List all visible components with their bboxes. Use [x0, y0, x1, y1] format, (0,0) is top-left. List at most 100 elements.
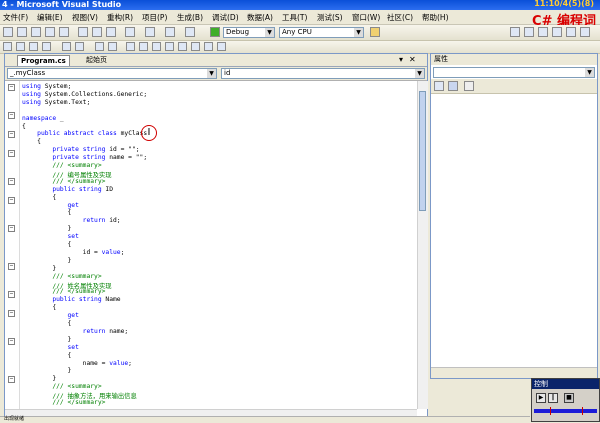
code-line[interactable]: get: [22, 312, 79, 319]
menu-test[interactable]: 测试(S): [317, 12, 343, 23]
code-line[interactable]: public string ID: [22, 186, 113, 193]
prev-bookmark-icon[interactable]: [139, 42, 148, 51]
code-line[interactable]: private string id = "";: [22, 146, 139, 153]
save-icon[interactable]: [45, 27, 55, 37]
code-line[interactable]: namespace _: [22, 115, 64, 122]
tab-start-page[interactable]: 起始页: [83, 55, 110, 65]
object-select[interactable]: ▼: [433, 67, 595, 78]
fold-toggle-icon[interactable]: −: [8, 338, 15, 345]
code-line[interactable]: /// </summary>: [22, 178, 105, 185]
redo-icon[interactable]: [145, 27, 155, 37]
code-line[interactable]: }: [22, 367, 71, 374]
alphabetical-icon[interactable]: [448, 81, 458, 91]
code-line[interactable]: {: [22, 123, 26, 130]
progress-bar[interactable]: [534, 409, 597, 413]
code-line[interactable]: using System.Collections.Generic;: [22, 91, 147, 98]
platform-select[interactable]: Any CPU ▼: [279, 27, 364, 38]
close-tab-icon[interactable]: ✕: [409, 55, 416, 64]
parameter-info-icon[interactable]: [16, 42, 25, 51]
object-browser-icon[interactable]: [538, 27, 548, 37]
stop-icon[interactable]: ■: [564, 393, 574, 403]
code-line[interactable]: {: [22, 241, 71, 248]
fold-toggle-icon[interactable]: −: [8, 150, 15, 157]
menu-view[interactable]: 视图(V): [72, 12, 98, 23]
copy-icon[interactable]: [92, 27, 102, 37]
fold-toggle-icon[interactable]: −: [8, 178, 15, 185]
prev-bookmark-folder-icon[interactable]: [165, 42, 174, 51]
menu-refactor[interactable]: 重构(R): [107, 12, 133, 23]
code-line[interactable]: /// </summary>: [22, 399, 105, 406]
next-bookmark-doc-icon[interactable]: [204, 42, 213, 51]
toolbox-icon[interactable]: [552, 27, 562, 37]
code-line[interactable]: set: [22, 233, 79, 240]
menu-window[interactable]: 窗口(W): [352, 12, 380, 23]
code-line[interactable]: get: [22, 202, 79, 209]
code-line[interactable]: /// <summary>: [22, 162, 101, 169]
members-dropdown[interactable]: id ▼: [221, 68, 425, 79]
uncomment-icon[interactable]: [108, 42, 117, 51]
fold-toggle-icon[interactable]: −: [8, 197, 15, 204]
menu-help[interactable]: 帮助(H): [422, 12, 449, 23]
save-all-icon[interactable]: [59, 27, 69, 37]
fold-toggle-icon[interactable]: −: [8, 310, 15, 317]
next-bookmark-folder-icon[interactable]: [178, 42, 187, 51]
code-line[interactable]: /// <summary>: [22, 383, 101, 390]
decrease-indent-icon[interactable]: [62, 42, 71, 51]
scroll-thumb[interactable]: [419, 91, 426, 211]
code-line[interactable]: }: [22, 257, 71, 264]
command-window-icon[interactable]: [580, 27, 590, 37]
navigate-back-icon[interactable]: [165, 27, 175, 37]
paste-icon[interactable]: [106, 27, 116, 37]
code-line[interactable]: return name;: [22, 328, 129, 335]
code-line[interactable]: name = value;: [22, 360, 132, 367]
navigate-forward-icon[interactable]: [185, 27, 195, 37]
code-line[interactable]: {: [22, 352, 71, 359]
vertical-scrollbar[interactable]: [417, 81, 428, 409]
code-line[interactable]: }: [22, 375, 56, 382]
code-line[interactable]: }: [22, 225, 71, 232]
member-list-icon[interactable]: [3, 42, 12, 51]
fold-toggle-icon[interactable]: −: [8, 376, 15, 383]
tab-program-cs[interactable]: Program.cs: [17, 55, 70, 66]
properties-window-icon[interactable]: [524, 27, 534, 37]
menu-tools[interactable]: 工具(T): [282, 12, 307, 23]
menu-debug[interactable]: 调试(D): [212, 12, 239, 23]
code-line[interactable]: return id;: [22, 217, 121, 224]
add-item-icon[interactable]: [17, 27, 27, 37]
menu-edit[interactable]: 编辑(E): [37, 12, 63, 23]
code-line[interactable]: {: [22, 320, 71, 327]
fold-toggle-icon[interactable]: −: [8, 225, 15, 232]
clear-bookmarks-icon[interactable]: [217, 42, 226, 51]
next-bookmark-icon[interactable]: [152, 42, 161, 51]
code-line[interactable]: /// </summary>: [22, 288, 105, 295]
code-line[interactable]: }: [22, 265, 56, 272]
new-project-icon[interactable]: [3, 27, 13, 37]
property-pages-icon[interactable]: [464, 81, 474, 91]
toggle-bookmark-icon[interactable]: [126, 42, 135, 51]
increase-indent-icon[interactable]: [75, 42, 84, 51]
cut-icon[interactable]: [78, 27, 88, 37]
start-debug-icon[interactable]: [210, 27, 220, 37]
code-line[interactable]: id = value;: [22, 249, 125, 256]
code-line[interactable]: using System.Text;: [22, 99, 90, 106]
solution-config-select[interactable]: Debug ▼: [223, 27, 275, 38]
code-line[interactable]: public abstract class myClass: [22, 130, 147, 137]
fold-toggle-icon[interactable]: −: [8, 112, 15, 119]
code-line[interactable]: }: [22, 336, 71, 343]
fold-toggle-icon[interactable]: −: [8, 84, 15, 91]
comment-icon[interactable]: [95, 42, 104, 51]
code-line[interactable]: private string name = "";: [22, 154, 147, 161]
code-line[interactable]: /// <summary>: [22, 273, 101, 280]
code-line[interactable]: public string Name: [22, 296, 120, 303]
menu-project[interactable]: 项目(P): [142, 12, 167, 23]
prev-bookmark-doc-icon[interactable]: [191, 42, 200, 51]
pause-icon[interactable]: ‖: [548, 393, 558, 403]
open-file-icon[interactable]: [31, 27, 41, 37]
code-line[interactable]: using System;: [22, 83, 71, 90]
code-line[interactable]: {: [22, 304, 56, 311]
menu-community[interactable]: 社区(C): [387, 12, 413, 23]
complete-word-icon[interactable]: [42, 42, 51, 51]
fold-toggle-icon[interactable]: −: [8, 291, 15, 298]
find-in-files-icon[interactable]: [370, 27, 380, 37]
fold-toggle-icon[interactable]: −: [8, 131, 15, 138]
